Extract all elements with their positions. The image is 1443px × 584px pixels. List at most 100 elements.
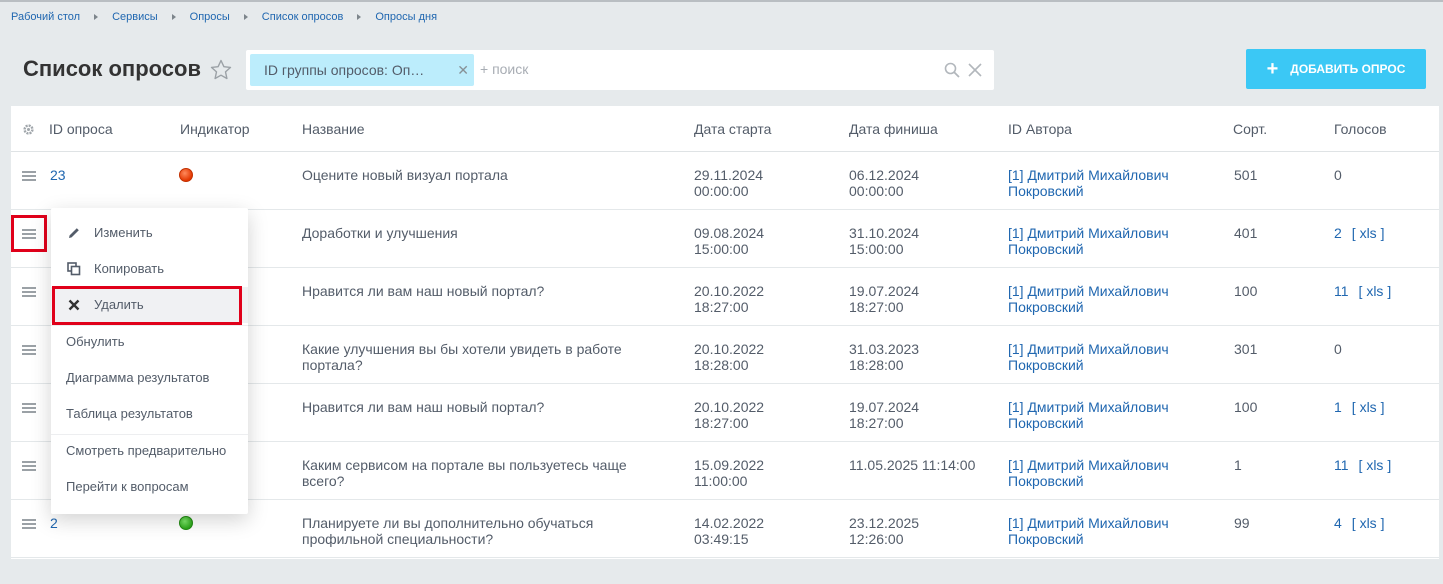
breadcrumb-services[interactable]: Сервисы: [112, 11, 158, 23]
start-date: 20.10.2022 18:27:00: [694, 283, 765, 315]
copy-icon: [67, 262, 81, 276]
sort-value: 501: [1234, 167, 1258, 183]
votes-count[interactable]: 11: [1334, 457, 1349, 473]
col-header-id[interactable]: ID опроса: [49, 121, 113, 137]
author-link[interactable]: [1] Дмитрий Михайлович Покровский: [1008, 225, 1169, 257]
author-link[interactable]: [1] Дмитрий Михайлович Покровский: [1008, 457, 1169, 489]
poll-title: Доработки и улучшения: [302, 225, 458, 241]
row-menu-icon[interactable]: [22, 345, 36, 355]
page-title: Список опросов: [23, 56, 202, 81]
start-date: 29.11.2024 00:00:00: [694, 167, 764, 199]
start-date: 09.08.2024 15:00:00: [694, 225, 765, 257]
votes-cell: 11 [ xls ]: [1334, 283, 1391, 299]
xls-export-link[interactable]: [ xls ]: [1352, 225, 1385, 241]
sort-value: 100: [1234, 283, 1258, 299]
menu-item-results-table[interactable]: Таблица результатов: [51, 396, 248, 432]
col-header-finish[interactable]: Дата финиша: [849, 121, 938, 137]
menu-item-edit[interactable]: Изменить: [51, 215, 248, 251]
chip-close-icon[interactable]: ✕: [457, 62, 469, 79]
menu-item-label: Копировать: [94, 261, 164, 276]
star-icon[interactable]: [209, 58, 233, 82]
sort-value: 301: [1234, 341, 1258, 357]
votes-count[interactable]: 2: [1334, 225, 1342, 241]
votes-cell: 0: [1334, 167, 1342, 183]
col-header-author[interactable]: ID Автора: [1008, 121, 1072, 137]
sort-value: 1: [1234, 457, 1242, 473]
grid-header: ID опроса Индикатор Название Дата старта…: [11, 106, 1439, 152]
filter-chip-label: ID группы опросов: Оп…: [264, 62, 425, 78]
menu-item-results-chart[interactable]: Диаграмма результатов: [51, 360, 248, 396]
indicator-green-icon: [179, 516, 193, 530]
col-header-start[interactable]: Дата старта: [694, 121, 771, 137]
xls-export-link[interactable]: [ xls ]: [1359, 283, 1392, 299]
poll-id-link[interactable]: 23: [50, 167, 66, 183]
menu-item-preview[interactable]: Смотреть предварительно: [51, 433, 248, 469]
col-header-sort[interactable]: Сорт.: [1233, 121, 1267, 137]
search-input[interactable]: [480, 61, 920, 77]
gear-icon[interactable]: [22, 123, 35, 136]
row-menu-icon[interactable]: [22, 403, 36, 413]
poll-title: Нравится ли вам наш новый портал?: [302, 283, 545, 299]
votes-count[interactable]: 4: [1334, 515, 1342, 531]
row-menu-icon[interactable]: [22, 171, 36, 181]
row-menu-icon[interactable]: [22, 287, 36, 297]
votes-cell: 1 [ xls ]: [1334, 399, 1384, 415]
menu-item-label: Обнулить: [66, 334, 125, 349]
table-row[interactable]: 23 Оцените новый визуал портала 29.11.2024…: [11, 152, 1439, 210]
author-link[interactable]: [1] Дмитрий Михайлович Покровский: [1008, 283, 1169, 315]
breadcrumb-arrow-icon: [94, 14, 99, 20]
finish-date: 11.05.2025 11:14:00: [849, 457, 976, 473]
votes-count[interactable]: 1: [1334, 399, 1342, 415]
col-header-indicator[interactable]: Индикатор: [180, 121, 250, 137]
author-link[interactable]: [1] Дмитрий Михайлович Покровский: [1008, 167, 1169, 199]
poll-title: Нравится ли вам наш новый портал?: [302, 399, 545, 415]
start-date: 20.10.2022 18:28:00: [694, 341, 765, 373]
finish-date: 31.03.2023 18:28:00: [849, 341, 920, 373]
breadcrumb-daily-polls[interactable]: Опросы дня: [375, 11, 437, 23]
col-header-votes[interactable]: Голосов: [1334, 121, 1387, 137]
row-menu-icon[interactable]: [22, 461, 36, 471]
votes-cell: 11 [ xls ]: [1334, 457, 1391, 473]
add-poll-button[interactable]: + ДОБАВИТЬ ОПРОС: [1246, 49, 1426, 89]
sort-value: 100: [1234, 399, 1258, 415]
clear-icon[interactable]: [968, 63, 982, 77]
breadcrumb-poll-list[interactable]: Список опросов: [262, 11, 344, 23]
votes-cell: 4 [ xls ]: [1334, 515, 1384, 531]
menu-item-go-to-questions[interactable]: Перейти к вопросам: [51, 469, 248, 505]
search-icon[interactable]: [944, 62, 960, 78]
poll-title: Планируете ли вы дополнительно обучаться…: [302, 515, 594, 547]
sort-value: 99: [1234, 515, 1250, 531]
votes-cell: 2 [ xls ]: [1334, 225, 1384, 241]
votes-count[interactable]: 11: [1334, 283, 1349, 299]
highlight-box-delete: [52, 286, 242, 325]
sort-value: 401: [1234, 225, 1258, 241]
votes-count: 0: [1334, 167, 1342, 183]
breadcrumb-desktop[interactable]: Рабочий стол: [11, 11, 80, 23]
indicator-red-icon: [179, 168, 193, 182]
row-context-menu: Изменить Копировать Удалить Обнулить Диа…: [51, 208, 248, 514]
breadcrumb-arrow-icon: [243, 14, 248, 20]
menu-item-reset[interactable]: Обнулить: [51, 324, 248, 360]
start-date: 15.09.2022 11:00:00: [694, 457, 765, 489]
menu-item-label: Изменить: [94, 225, 153, 240]
votes-cell: 0: [1334, 341, 1342, 357]
poll-title: Каким сервисом на портале вы пользуетесь…: [302, 457, 627, 489]
row-menu-icon[interactable]: [22, 519, 36, 529]
col-header-title[interactable]: Название: [302, 121, 365, 137]
filter-chip[interactable]: ID группы опросов: Оп… ✕: [250, 54, 474, 86]
xls-export-link[interactable]: [ xls ]: [1352, 515, 1385, 531]
poll-id-link[interactable]: 2: [50, 515, 58, 531]
author-link[interactable]: [1] Дмитрий Михайлович Покровский: [1008, 515, 1169, 547]
breadcrumb-polls[interactable]: Опросы: [190, 11, 230, 23]
author-link[interactable]: [1] Дмитрий Михайлович Покровский: [1008, 399, 1169, 431]
start-date: 14.02.2022 03:49:15: [694, 515, 765, 547]
poll-title: Оцените новый визуал портала: [302, 167, 508, 183]
menu-item-copy[interactable]: Копировать: [51, 251, 248, 287]
author-link[interactable]: [1] Дмитрий Михайлович Покровский: [1008, 341, 1169, 373]
votes-count: 0: [1334, 341, 1342, 357]
breadcrumb-arrow-icon: [171, 14, 176, 20]
filter-search-bar[interactable]: ID группы опросов: Оп… ✕: [246, 50, 994, 90]
add-poll-button-label: ДОБАВИТЬ ОПРОС: [1290, 62, 1406, 76]
xls-export-link[interactable]: [ xls ]: [1359, 457, 1392, 473]
xls-export-link[interactable]: [ xls ]: [1352, 399, 1385, 415]
